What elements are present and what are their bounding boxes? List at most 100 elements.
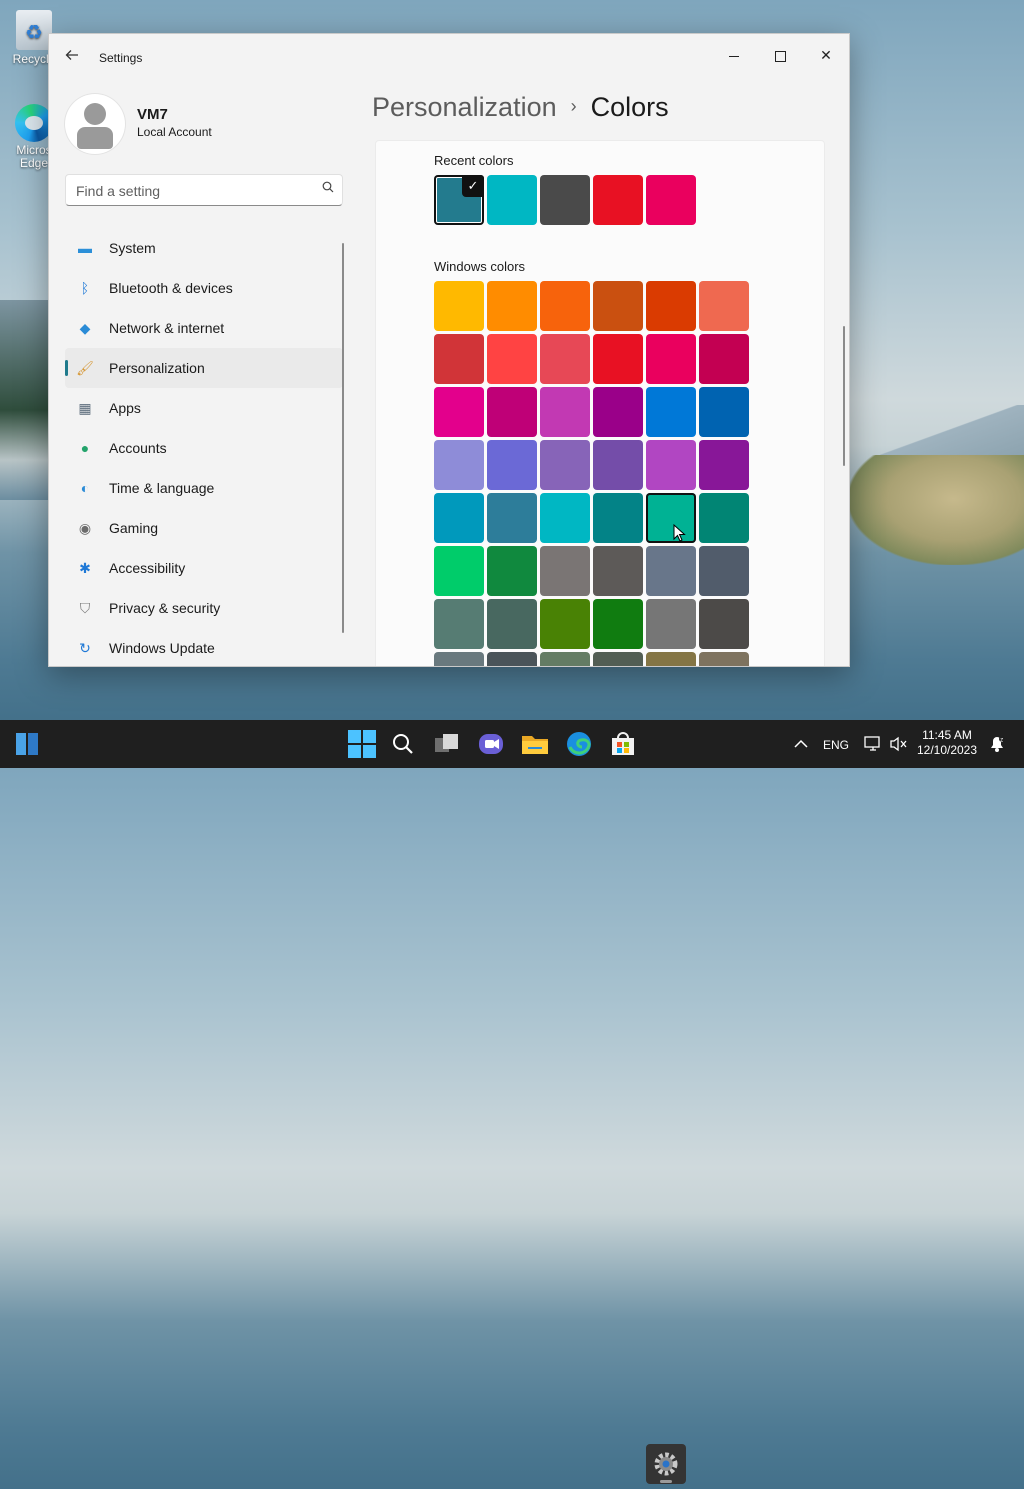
windows-color-swatch[interactable] — [593, 652, 643, 666]
sidebar-item-windows-update[interactable]: ↻ Windows Update — [65, 628, 343, 666]
recent-color-swatch[interactable] — [540, 175, 590, 225]
sidebar-item-personalization[interactable]: 🖌 Personalization — [65, 348, 343, 388]
windows-color-swatch[interactable] — [699, 493, 749, 543]
desktop-wallpaper-mountain — [880, 405, 1024, 460]
recent-color-swatch[interactable] — [593, 175, 643, 225]
nav-scrollbar[interactable] — [342, 243, 344, 633]
windows-color-swatch[interactable] — [646, 546, 696, 596]
windows-color-swatch[interactable] — [593, 493, 643, 543]
sidebar-item-bluetooth-devices[interactable]: ᛒ Bluetooth & devices — [65, 268, 343, 308]
windows-color-swatch[interactable] — [434, 599, 484, 649]
windows-color-swatch[interactable] — [593, 334, 643, 384]
windows-color-swatch[interactable] — [593, 440, 643, 490]
windows-color-swatch[interactable] — [699, 599, 749, 649]
taskbar-search-button[interactable] — [388, 729, 418, 759]
windows-color-swatch[interactable] — [540, 546, 590, 596]
search-box[interactable] — [65, 174, 343, 207]
windows-color-swatch[interactable] — [487, 652, 537, 666]
windows-color-swatch[interactable] — [487, 546, 537, 596]
network-button[interactable] — [862, 733, 884, 755]
windows-color-swatch[interactable] — [646, 281, 696, 331]
title-bar[interactable]: Settings ✕ — [49, 34, 849, 82]
active-indicator — [660, 1480, 672, 1483]
windows-color-swatch[interactable] — [699, 387, 749, 437]
windows-color-swatch[interactable] — [540, 652, 590, 666]
recent-color-swatch[interactable] — [646, 175, 696, 225]
windows-color-swatch[interactable] — [540, 440, 590, 490]
windows-color-swatch[interactable] — [540, 599, 590, 649]
windows-color-swatch[interactable] — [540, 493, 590, 543]
recent-color-swatch[interactable]: ✓ — [434, 175, 484, 225]
sidebar-item-label: Accessibility — [109, 560, 186, 576]
windows-color-swatch[interactable] — [699, 546, 749, 596]
windows-color-swatch[interactable] — [646, 599, 696, 649]
start-button[interactable] — [347, 729, 377, 759]
windows-color-swatch[interactable] — [699, 440, 749, 490]
widgets-button[interactable] — [14, 731, 40, 757]
windows-color-swatch[interactable] — [487, 493, 537, 543]
task-view-button[interactable] — [432, 729, 462, 759]
sidebar-item-label: Bluetooth & devices — [109, 280, 233, 296]
edge-button[interactable] — [564, 729, 594, 759]
windows-color-swatch[interactable] — [593, 546, 643, 596]
content-scrollbar[interactable] — [843, 326, 845, 466]
maximize-button[interactable] — [757, 40, 803, 70]
windows-color-swatch[interactable] — [540, 334, 590, 384]
windows-color-swatch[interactable] — [646, 334, 696, 384]
windows-color-swatch[interactable] — [699, 652, 749, 666]
recent-color-swatch[interactable] — [487, 175, 537, 225]
windows-color-swatch[interactable] — [434, 652, 484, 666]
windows-color-swatch[interactable] — [646, 387, 696, 437]
windows-color-swatch[interactable] — [434, 493, 484, 543]
windows-color-swatch[interactable] — [434, 334, 484, 384]
sidebar-item-accessibility[interactable]: ✱ Accessibility — [65, 548, 343, 588]
store-button[interactable] — [608, 729, 638, 759]
windows-color-swatch[interactable] — [487, 440, 537, 490]
show-hidden-icons-button[interactable] — [790, 733, 812, 755]
windows-color-swatch[interactable] — [434, 281, 484, 331]
user-profile[interactable]: VM7 Local Account — [65, 94, 345, 154]
windows-color-swatch[interactable] — [646, 440, 696, 490]
monitor-icon: ▬ — [78, 240, 92, 256]
breadcrumb: Personalization › Colors — [372, 92, 669, 123]
windows-color-swatch[interactable] — [646, 493, 696, 543]
windows-color-swatch[interactable] — [434, 440, 484, 490]
accessibility-icon: ✱ — [79, 560, 91, 576]
volume-button[interactable] — [888, 733, 910, 755]
search-input[interactable] — [66, 175, 318, 207]
sidebar-item-label: Windows Update — [109, 640, 215, 656]
sidebar-item-time-language[interactable]: ◐ Time & language — [65, 468, 343, 508]
windows-color-swatch[interactable] — [434, 546, 484, 596]
sidebar-item-privacy-security[interactable]: ⛉ Privacy & security — [65, 588, 343, 628]
sidebar-item-apps[interactable]: ▦ Apps — [65, 388, 343, 428]
chat-button[interactable] — [476, 729, 506, 759]
windows-color-swatch[interactable] — [593, 281, 643, 331]
windows-color-swatch[interactable] — [487, 599, 537, 649]
windows-color-swatch[interactable] — [646, 652, 696, 666]
language-indicator[interactable]: ENG — [823, 738, 849, 752]
file-explorer-button[interactable] — [520, 729, 550, 759]
windows-color-swatch[interactable] — [434, 387, 484, 437]
breadcrumb-parent[interactable]: Personalization — [372, 92, 557, 122]
close-button[interactable]: ✕ — [803, 40, 849, 70]
windows-color-swatch[interactable] — [540, 281, 590, 331]
checkmark-icon: ✓ — [462, 175, 484, 197]
sidebar-item-system[interactable]: ▬ System — [65, 228, 343, 268]
minimize-button[interactable] — [711, 40, 757, 70]
windows-color-swatch[interactable] — [593, 387, 643, 437]
windows-color-swatch[interactable] — [487, 334, 537, 384]
windows-color-swatch[interactable] — [540, 387, 590, 437]
sidebar-item-network-internet[interactable]: ◆ Network & internet — [65, 308, 343, 348]
windows-color-swatch[interactable] — [487, 387, 537, 437]
settings-taskbar-button[interactable] — [646, 1444, 686, 1484]
windows-color-swatch[interactable] — [593, 599, 643, 649]
notifications-button[interactable]: z — [986, 733, 1008, 755]
sidebar-item-accounts[interactable]: ● Accounts — [65, 428, 343, 468]
page-title: Colors — [590, 92, 669, 122]
back-button[interactable] — [61, 48, 83, 68]
windows-color-swatch[interactable] — [699, 281, 749, 331]
windows-color-swatch[interactable] — [487, 281, 537, 331]
sidebar-item-gaming[interactable]: ◉ Gaming — [65, 508, 343, 548]
windows-color-swatch[interactable] — [699, 334, 749, 384]
clock[interactable]: 11:45 AM 12/10/2023 — [912, 728, 982, 758]
